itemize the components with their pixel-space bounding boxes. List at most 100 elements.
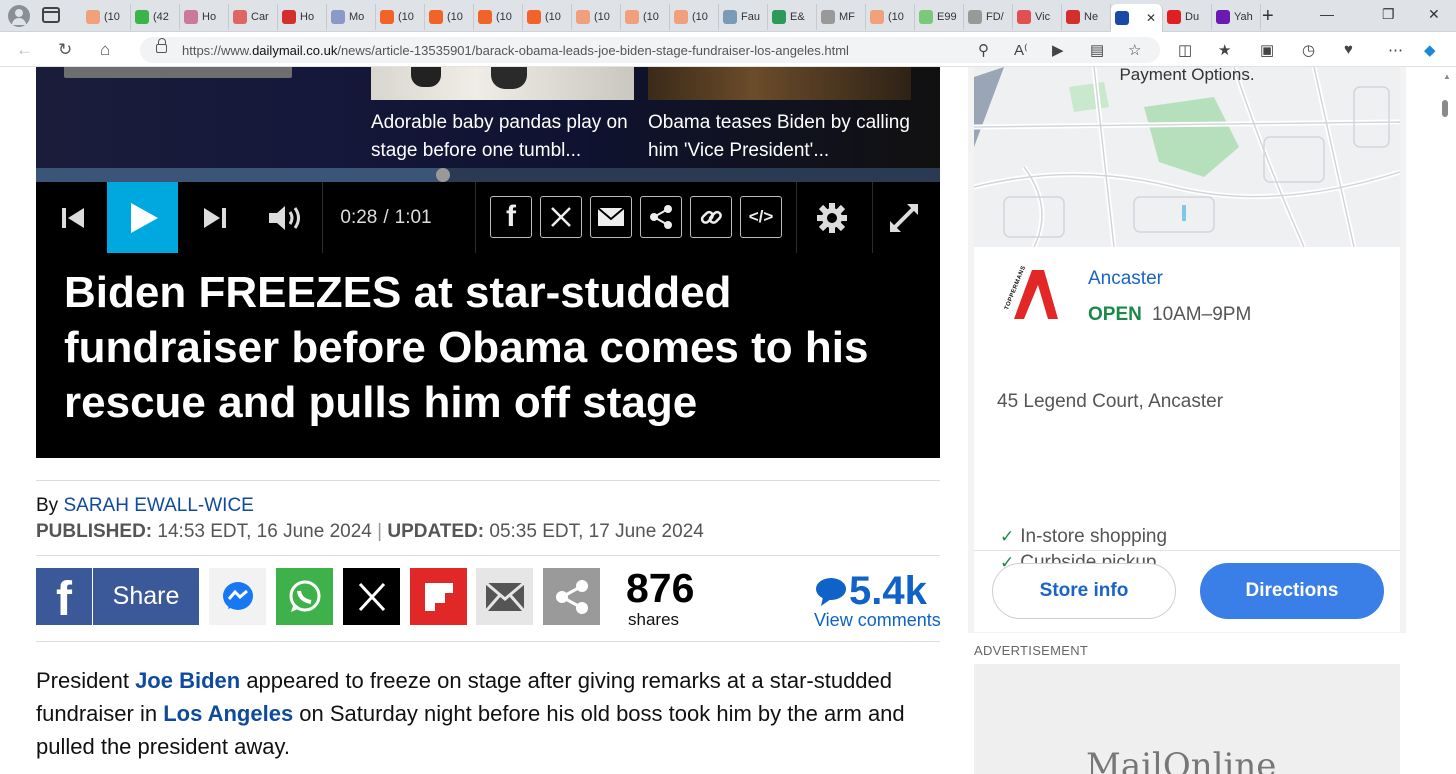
related-video-title[interactable]: Adorable baby pandas play on stage befor… (371, 109, 636, 165)
maximize-button[interactable]: ❐ (1382, 6, 1395, 23)
tab-favicon-icon (674, 10, 688, 24)
browser-tab[interactable]: Vic (1013, 4, 1062, 30)
tab-favicon-icon (576, 10, 590, 24)
browser-tab[interactable]: MF (817, 4, 866, 30)
back-button[interactable]: ← (16, 40, 33, 60)
scrollbar[interactable] (1438, 67, 1456, 774)
whatsapp-share-icon[interactable] (276, 568, 333, 625)
view-comments-link[interactable]: View comments (814, 610, 941, 631)
store-info-button[interactable]: Store info (992, 563, 1176, 619)
messenger-share-icon[interactable] (209, 568, 266, 625)
joe-biden-link[interactable]: Joe Biden (135, 668, 240, 693)
browser-tab[interactable]: (10 (523, 4, 572, 30)
paragraph-text: President (36, 668, 136, 693)
tab-title: E& (790, 11, 805, 23)
browser-tab[interactable]: Fau (719, 4, 768, 30)
browser-tab[interactable]: (10 (376, 4, 425, 30)
divider (36, 480, 940, 481)
related-video-title[interactable]: Obama teases Biden by calling him 'Vice … (648, 109, 913, 165)
favorites-icon[interactable]: ★ (1218, 41, 1231, 59)
browser-tab[interactable]: Du (1163, 4, 1212, 30)
facebook-share-button[interactable]: Share (93, 568, 199, 625)
favorite-star-icon[interactable]: ☆ (1128, 41, 1141, 59)
browser-tab[interactable]: (10 (425, 4, 474, 30)
link-icon[interactable] (690, 196, 732, 238)
tab-title: (10 (545, 11, 561, 23)
previous-icon[interactable] (54, 182, 92, 253)
minimize-button[interactable]: — (1320, 6, 1334, 22)
store-map[interactable]: Payment Options. (974, 67, 1400, 247)
refresh-button[interactable]: ↻ (58, 40, 72, 60)
collections-icon[interactable]: ▣ (1260, 41, 1274, 59)
fullscreen-icon[interactable] (884, 182, 924, 253)
browser-tab[interactable]: Ho (278, 4, 327, 30)
browser-tab[interactable]: Yah (1212, 4, 1261, 30)
browser-tab[interactable]: E99 (915, 4, 964, 30)
browser-tab[interactable]: FD/ (964, 4, 1013, 30)
browser-essentials-icon[interactable]: ♥ (1344, 41, 1353, 58)
email-share-icon[interactable] (590, 196, 632, 238)
browser-tab[interactable]: Ne (1062, 4, 1111, 30)
facebook-share-icon[interactable]: f (490, 196, 532, 238)
tab-title: Fau (741, 11, 760, 23)
email-share-icon[interactable] (476, 568, 533, 625)
settings-gear-icon[interactable] (812, 182, 852, 253)
facebook-icon[interactable]: f (36, 568, 92, 626)
browser-tab[interactable]: E& (768, 4, 817, 30)
comments-count[interactable]: 5.4k (815, 569, 927, 614)
browser-tab[interactable]: ✕ (1111, 4, 1163, 32)
browser-tab[interactable]: Car (229, 4, 278, 30)
x-share-icon[interactable] (343, 568, 400, 625)
scrollbar-thumb[interactable] (1442, 100, 1448, 117)
scroll-up-arrow-icon[interactable]: ▲ (1443, 72, 1451, 81)
close-tab-icon[interactable]: ✕ (1146, 11, 1156, 25)
history-icon[interactable]: ◷ (1302, 41, 1315, 59)
app-icon[interactable]: ▶ (1052, 41, 1064, 59)
store-name[interactable]: Ancaster (1088, 268, 1163, 290)
los-angeles-link[interactable]: Los Angeles (163, 701, 293, 726)
new-tab-button[interactable]: + (1262, 5, 1274, 28)
tab-actions-icon[interactable] (42, 7, 60, 23)
next-icon[interactable] (196, 182, 234, 253)
home-button[interactable]: ⌂ (100, 40, 110, 60)
brand-logo[interactable]: TOPPERMANS (1002, 265, 1062, 322)
browser-tab[interactable]: (10 (866, 4, 915, 30)
tab-favicon-icon (1066, 10, 1080, 24)
split-screen-icon[interactable]: ◫ (1178, 41, 1192, 59)
browser-tab[interactable]: (42 (131, 4, 180, 30)
lock-icon[interactable] (156, 38, 167, 53)
advertisement-slot[interactable]: MailOnline (974, 664, 1400, 774)
author-link[interactable]: SARAH EWALL-WICE (63, 495, 253, 516)
read-aloud-icon[interactable]: A⁽ (1014, 41, 1028, 59)
immersive-reader-icon[interactable]: ▤ (1090, 41, 1104, 59)
video-player[interactable]: Adorable baby pandas play on stage befor… (36, 67, 940, 458)
url-input[interactable]: https://www. dailymail.co.uk/news/article… (140, 37, 1160, 63)
browser-tab[interactable]: (10 (82, 4, 131, 30)
copilot-icon[interactable]: ◆ (1424, 41, 1436, 59)
related-video-thumbnail[interactable] (371, 67, 634, 100)
directions-button[interactable]: Directions (1200, 563, 1384, 619)
published-label: PUBLISHED: (36, 521, 153, 542)
browser-tab[interactable]: (10 (572, 4, 621, 30)
x-share-icon[interactable] (540, 196, 582, 238)
browser-tab[interactable]: Mo (327, 4, 376, 30)
volume-icon[interactable] (264, 182, 308, 253)
video-scrubber-handle[interactable] (435, 168, 450, 182)
play-button[interactable] (107, 182, 178, 253)
flipboard-share-icon[interactable] (410, 568, 467, 625)
web-page: Adorable baby pandas play on stage befor… (0, 67, 1456, 774)
browser-tab[interactable]: Ho (180, 4, 229, 30)
share-icon[interactable] (640, 196, 682, 238)
browser-tab[interactable]: (10 (621, 4, 670, 30)
tab-title: Ho (202, 11, 217, 23)
browser-tab[interactable]: (10 (474, 4, 523, 30)
profile-icon[interactable] (8, 5, 30, 27)
embed-code-icon[interactable]: </> (740, 196, 782, 238)
close-window-button[interactable]: ✕ (1428, 6, 1440, 23)
related-video-thumbnail[interactable] (648, 67, 911, 100)
zoom-icon[interactable]: ⚲ (978, 41, 989, 59)
browser-tab[interactable]: (10 (670, 4, 719, 30)
more-menu-icon[interactable]: ⋯ (1388, 41, 1403, 59)
more-share-icon[interactable] (543, 568, 600, 625)
updated-label: UPDATED: (387, 521, 485, 542)
